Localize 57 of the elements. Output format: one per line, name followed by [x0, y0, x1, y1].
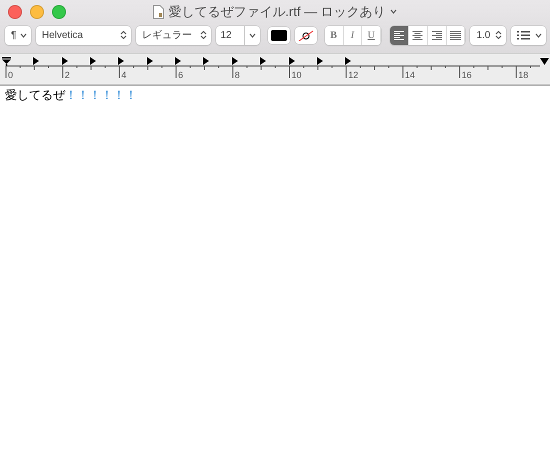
ruler-label: 6	[178, 70, 184, 80]
close-button[interactable]	[8, 4, 22, 18]
align-right-button[interactable]	[428, 26, 447, 44]
stepper-icon	[495, 30, 502, 40]
document-text: 愛してるぜ！！！！！！	[5, 88, 137, 102]
align-center-icon	[412, 30, 424, 40]
align-right-icon	[431, 30, 442, 40]
tab-stop-icon[interactable]	[316, 57, 323, 65]
font-popup[interactable]: Helvetica	[36, 26, 132, 44]
chevron-icon	[390, 9, 397, 14]
tab-stop-icon[interactable]	[345, 57, 352, 65]
tab-stop-icon[interactable]	[33, 57, 40, 65]
italic-button[interactable]: I	[344, 26, 362, 44]
list-popup[interactable]	[511, 26, 546, 44]
ruler-label: 12	[348, 70, 358, 80]
font-size-field[interactable]: 12	[216, 26, 260, 44]
align-justify-button[interactable]	[446, 26, 466, 44]
underline-button[interactable]: U	[362, 26, 382, 44]
ruler-label: 0	[8, 70, 14, 80]
ruler-label: 18	[518, 70, 528, 80]
document-icon	[153, 4, 164, 18]
tab-stop-icon[interactable]	[118, 57, 124, 65]
tab-stop-icon[interactable]	[203, 57, 210, 65]
align-center-button[interactable]	[408, 26, 428, 44]
color-swatch-icon	[270, 30, 287, 40]
ruler-label: 10	[292, 70, 302, 80]
align-left-button[interactable]	[390, 26, 409, 44]
indent-marker-icon[interactable]	[2, 57, 11, 66]
tab-stop-icon[interactable]	[232, 57, 238, 65]
align-left-icon	[394, 30, 405, 40]
ruler-label: 16	[462, 70, 472, 80]
stepper-icon	[120, 30, 128, 40]
no-color-icon	[298, 30, 314, 40]
ruler-label: 4	[121, 70, 126, 80]
ruler-label: 14	[404, 70, 415, 80]
chevron-icon	[249, 32, 256, 38]
list-icon	[517, 30, 530, 40]
stepper-icon	[200, 30, 208, 40]
tab-stop-icon[interactable]	[288, 57, 294, 65]
text-color-well[interactable]	[268, 26, 290, 44]
chevron-icon	[535, 32, 542, 38]
chevron-icon	[20, 32, 27, 38]
tab-stop-icon[interactable]	[90, 57, 96, 65]
tab-stop-icon[interactable]	[260, 57, 266, 65]
ruler-label: 2	[64, 70, 70, 80]
ruler-label: 8	[234, 70, 240, 80]
background-color-well[interactable]	[294, 26, 317, 44]
window-title: 愛してるぜファイル.rtf — ロックあり	[168, 2, 386, 20]
tab-stop-icon[interactable]	[62, 57, 68, 65]
right-indent-icon[interactable]	[540, 58, 549, 65]
tab-stop-icon[interactable]	[175, 57, 182, 65]
tab-stop-icon[interactable]	[146, 57, 153, 65]
typeface-popup[interactable]: レギュラー	[136, 26, 212, 44]
align-justify-icon	[450, 30, 462, 40]
paragraph-style-popup[interactable]: ¶	[5, 26, 31, 44]
line-spacing-popup[interactable]: 1.0	[470, 26, 506, 44]
bold-button[interactable]: B	[324, 26, 344, 44]
